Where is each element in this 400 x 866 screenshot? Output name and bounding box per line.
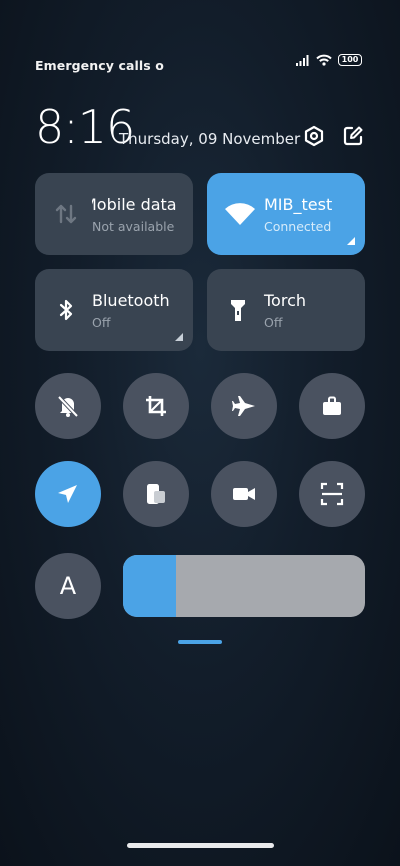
airplane-icon: [232, 396, 255, 416]
auto-brightness-button[interactable]: A: [35, 553, 101, 619]
status-bar: Emergency calls o 100: [35, 54, 362, 73]
home-indicator[interactable]: [127, 843, 274, 848]
tile-wifi[interactable]: MIB_test Connected: [207, 173, 365, 255]
control-center-header: 8:16 Thursday, 09 November: [35, 100, 365, 155]
toggle-airplane[interactable]: [211, 373, 277, 439]
wifi-icon: [225, 203, 255, 225]
video-camera-icon: [233, 488, 255, 500]
tile-subtitle: Off: [264, 315, 283, 330]
brightness-slider[interactable]: [123, 555, 365, 617]
tile-title: Mobile data: [92, 195, 177, 214]
carrier-text: Emergency calls o: [35, 58, 164, 73]
expand-indicator[interactable]: [347, 237, 355, 245]
tile-subtitle: Connected: [264, 219, 332, 234]
bluetooth-icon: [59, 299, 73, 321]
mobile-data-icon: [55, 204, 77, 224]
toggle-screen-cast[interactable]: [123, 461, 189, 527]
signal-icon: [296, 54, 309, 66]
clock-date: Thursday, 09 November: [119, 130, 301, 148]
tile-title: MIB_test: [264, 195, 333, 214]
toggle-location[interactable]: [35, 461, 101, 527]
battery-icon: 100: [338, 54, 362, 66]
expand-indicator[interactable]: [175, 333, 183, 341]
tile-subtitle: Not available: [92, 219, 175, 234]
crop-icon: [146, 396, 166, 416]
screen-mirror-icon: [147, 484, 165, 504]
edit-icon[interactable]: [342, 125, 364, 147]
toggle-work[interactable]: [299, 373, 365, 439]
brightness-fill: [123, 555, 177, 617]
location-icon: [58, 485, 77, 503]
tile-mobile-data[interactable]: Mobile data Not available: [35, 173, 193, 255]
toggle-scanner[interactable]: [299, 461, 365, 527]
status-icons: 100: [296, 54, 362, 66]
mute-bell-icon: [57, 395, 79, 418]
toggle-screenshot[interactable]: [123, 373, 189, 439]
tile-title: Torch: [264, 291, 307, 310]
tile-subtitle: Off: [92, 315, 111, 330]
torch-icon: [231, 300, 245, 321]
auto-brightness-label: A: [59, 572, 77, 600]
briefcase-icon: [323, 396, 341, 415]
scan-icon: [320, 482, 344, 506]
toggle-mute[interactable]: [35, 373, 101, 439]
toggle-screen-recorder[interactable]: [211, 461, 277, 527]
tile-torch[interactable]: Torch Off: [207, 269, 365, 351]
wifi-icon: [316, 54, 332, 66]
tile-title: Bluetooth: [92, 291, 170, 310]
settings-icon[interactable]: [303, 125, 325, 147]
tile-mobile-data-text: Mobile data Not available: [92, 193, 177, 238]
page-indicator: [178, 640, 222, 644]
tile-bluetooth[interactable]: Bluetooth Off: [35, 269, 193, 351]
